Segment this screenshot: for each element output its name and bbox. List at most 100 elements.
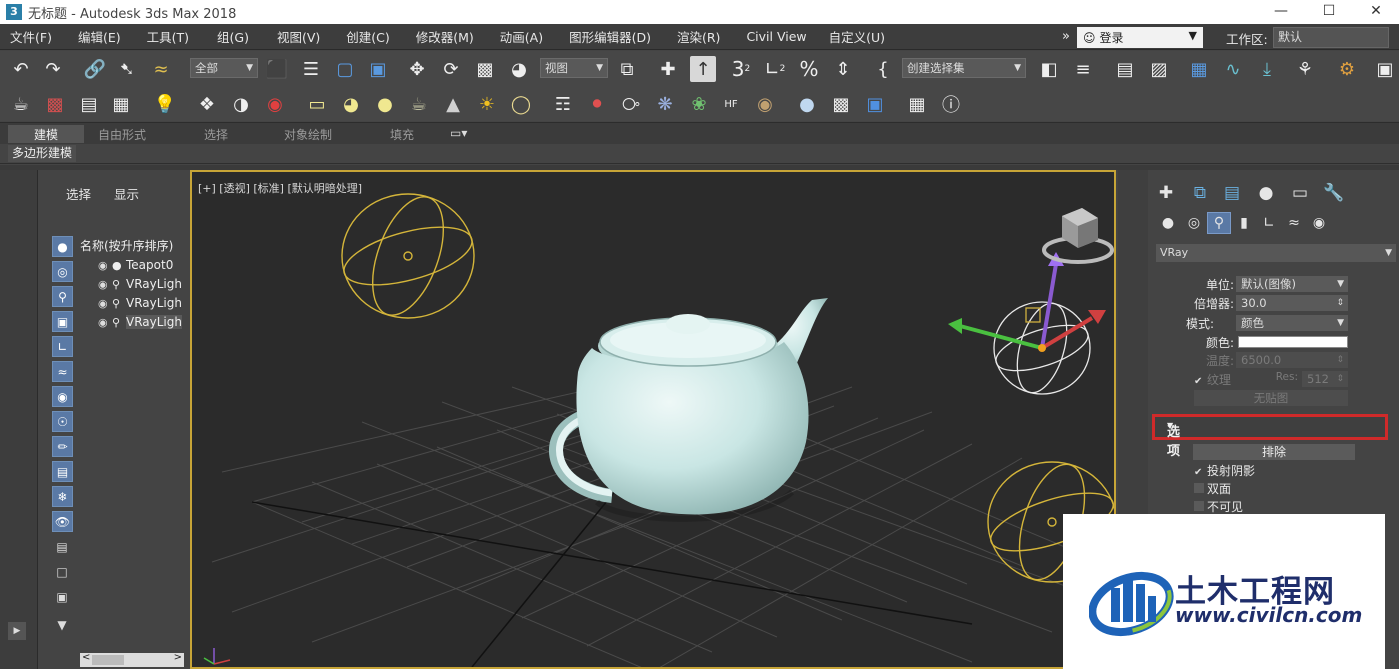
tab-freeform[interactable]: 自由形式 — [98, 126, 146, 143]
undo-icon[interactable]: ↶ — [8, 56, 34, 82]
scroll-right-icon[interactable]: > — [174, 652, 182, 663]
menu-view[interactable]: 视图(V) — [271, 27, 326, 46]
display-xrefs-icon[interactable]: ☉ — [52, 411, 73, 432]
light-lister-icon[interactable]: 💡 — [152, 91, 178, 117]
spinner-snap-icon[interactable]: ⇕ — [830, 56, 856, 82]
menu-tools[interactable]: 工具(T) — [141, 27, 195, 46]
vray-decal-icon[interactable]: ◉ — [752, 91, 778, 117]
edit-named-selection-icon[interactable]: { — [870, 56, 896, 82]
motion-tab-icon[interactable]: ● — [1252, 180, 1280, 206]
rectangular-selection-icon[interactable]: ▢ — [332, 56, 358, 82]
layer-explorer-icon[interactable]: ▨ — [1146, 56, 1172, 82]
select-by-name-icon[interactable]: ☰ — [298, 56, 324, 82]
tab-modeling[interactable]: 建模 — [34, 126, 58, 143]
spinner-arrows-icon[interactable]: ⇕ — [1336, 371, 1344, 387]
menu-file[interactable]: 文件(F) — [4, 27, 58, 46]
display-bones-icon[interactable]: ✏ — [52, 436, 73, 457]
cameras-category-icon[interactable]: ▮ — [1232, 212, 1256, 234]
ribbon-toggle-icon[interactable]: ▦ — [1186, 56, 1212, 82]
pivot-center-icon[interactable]: ⧉ — [614, 56, 640, 82]
list-item[interactable]: ◉ ⚲ VRayLigh — [98, 315, 190, 333]
selection-filter-dropdown[interactable]: 全部 ▼ — [190, 58, 258, 78]
double-sided-checkbox[interactable]: 双面 — [1194, 480, 1231, 497]
snaps-toggle-icon[interactable]: 32 — [728, 56, 754, 82]
display-all-icon[interactable]: ▤ — [53, 538, 71, 556]
texture-checkbox[interactable]: ✔ 纹理 — [1194, 371, 1231, 388]
menu-create[interactable]: 创建(C) — [340, 27, 395, 46]
spinner-arrows-icon[interactable]: ⇕ — [1336, 352, 1344, 368]
render-frame-icon[interactable]: ▩ — [42, 91, 68, 117]
redo-icon[interactable]: ↷ — [40, 56, 66, 82]
link-icon[interactable]: 🔗 — [82, 56, 108, 82]
eye-icon[interactable]: ◉ — [98, 259, 112, 272]
res-spinner[interactable]: 512 ⇕ — [1302, 371, 1348, 387]
login-dropdown[interactable]: ☺ 登录 ▼ — [1077, 27, 1203, 48]
display-geometry-icon[interactable]: ● — [52, 236, 73, 257]
spinner-arrows-icon[interactable]: ⇕ — [1336, 295, 1344, 311]
display-cameras-icon[interactable]: ▣ — [52, 311, 73, 332]
tab-populate[interactable]: 填充 — [390, 126, 414, 143]
options-rollout-header[interactable]: ▼ 选项 — [1152, 414, 1388, 459]
eye-icon[interactable]: ◉ — [98, 297, 112, 310]
unlink-icon[interactable]: ➷ — [114, 56, 140, 82]
close-button[interactable]: ✕ — [1353, 0, 1399, 24]
rendered-frame-icon[interactable]: ▣ — [1372, 56, 1398, 82]
no-map-button[interactable]: 无贴图 — [1194, 390, 1348, 406]
list-item[interactable]: ◉ ● Teapot0 — [98, 258, 190, 276]
window-crossing-icon[interactable]: ▣ — [365, 56, 391, 82]
vray-clipper-icon[interactable]: ❀ — [686, 91, 712, 117]
curve-editor-icon[interactable]: ∿ — [1220, 56, 1246, 82]
material-editor-icon[interactable]: ⚘ — [1292, 56, 1318, 82]
exclude-button[interactable]: 排除 — [1193, 444, 1355, 460]
display-none-icon[interactable]: □ — [53, 563, 71, 581]
mode-dropdown[interactable]: 颜色 ▼ — [1236, 315, 1348, 331]
cast-shadows-checkbox[interactable]: ✔ 投射阴影 — [1194, 462, 1255, 479]
select-manipulate-icon[interactable]: ✚ — [655, 56, 681, 82]
move-icon[interactable]: ✥ — [404, 56, 430, 82]
minimize-button[interactable]: — — [1258, 0, 1304, 24]
scale-icon[interactable]: ▩ — [472, 56, 498, 82]
perspective-viewport[interactable]: [+] [透视] [标准] [默认明暗处理] — [190, 170, 1116, 669]
explorer-tab-select[interactable]: 选择 — [66, 184, 91, 203]
reference-coordinate-dropdown[interactable]: 视图 ▼ — [540, 58, 608, 78]
object-type-dropdown[interactable]: VRay ▼ — [1156, 244, 1396, 262]
systems-category-icon[interactable]: ◉ — [1307, 212, 1331, 234]
menu-animation[interactable]: 动画(A) — [494, 27, 549, 46]
scroll-left-icon[interactable]: < — [82, 652, 90, 663]
bind-space-warp-icon[interactable]: ≈ — [148, 56, 174, 82]
vray-fur-icon[interactable]: ☶ — [550, 91, 576, 117]
lights-category-icon[interactable]: ⚲ — [1207, 212, 1231, 234]
workspace-dropdown[interactable]: 默认 — [1273, 27, 1389, 48]
invisible-checkbox[interactable]: 不可见 — [1194, 498, 1243, 515]
helpers-category-icon[interactable]: ∟ — [1257, 212, 1281, 234]
utilities-tab-icon[interactable]: 🔧 — [1320, 180, 1348, 206]
vray-render-icon[interactable]: ▣ — [862, 91, 888, 117]
maximize-button[interactable]: ☐ — [1306, 0, 1352, 24]
vray-mesh-light-icon[interactable]: ☕ — [406, 91, 432, 117]
menu-modifiers[interactable]: 修改器(M) — [410, 27, 480, 46]
filter-icon[interactable]: ▼ — [53, 616, 71, 634]
angle-snap-icon[interactable]: ∟ 2 — [762, 56, 788, 82]
display-invert-icon[interactable]: ▣ — [53, 588, 71, 606]
spacewarps-category-icon[interactable]: ≈ — [1282, 212, 1306, 234]
temperature-spinner[interactable]: 6500.0 ⇕ — [1236, 352, 1348, 368]
unit-dropdown[interactable]: 默认(图像) ▼ — [1236, 276, 1348, 292]
vray-options-icon[interactable]: ▦ — [904, 91, 930, 117]
schematic-view-icon[interactable]: ⤓ — [1254, 56, 1280, 82]
display-groups-icon[interactable]: ◉ — [52, 386, 73, 407]
vray-proxy-icon[interactable]: ❋ — [652, 91, 678, 117]
shapes-category-icon[interactable]: ◎ — [1182, 212, 1206, 234]
help-icon[interactable]: ⓘ — [938, 91, 964, 117]
percent-snap-icon[interactable]: % — [796, 56, 822, 82]
eye-icon[interactable]: ◉ — [98, 278, 112, 291]
vray-plane-light-icon[interactable]: ▭ — [304, 91, 330, 117]
vray-sun-icon[interactable]: ☀ — [474, 91, 500, 117]
vray-ies-light-icon[interactable]: ▲ — [440, 91, 466, 117]
teapot-icon[interactable]: ☕ — [8, 91, 34, 117]
display-helpers-icon[interactable]: ∟ — [52, 336, 73, 357]
list-item[interactable]: ◉ ⚲ VRayLigh — [98, 277, 190, 295]
vray-hf-icon[interactable]: HF — [718, 91, 744, 117]
grid-panel-icon[interactable]: ▦ — [108, 91, 134, 117]
vray-ambient-light-icon[interactable]: ◯ — [508, 91, 534, 117]
vray-sphere-light-icon[interactable]: ● — [372, 91, 398, 117]
